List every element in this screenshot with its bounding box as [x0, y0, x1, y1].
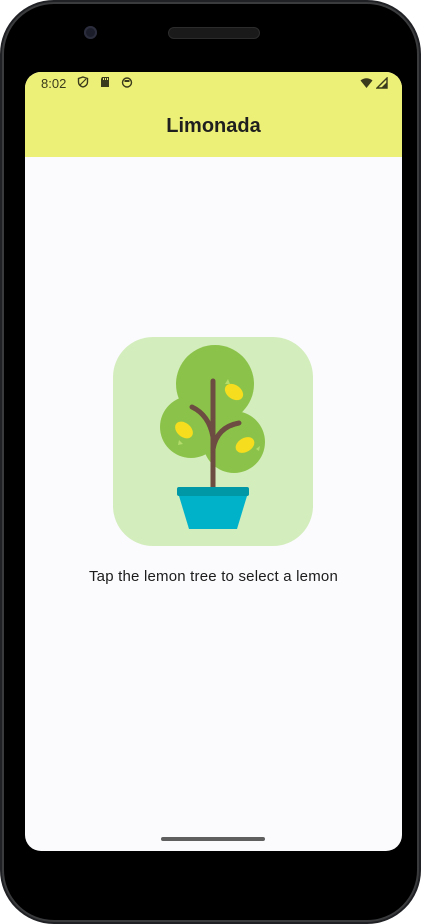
wifi-icon — [360, 77, 373, 89]
notification-icon — [121, 76, 133, 88]
status-icons-right — [360, 76, 388, 89]
signal-icon — [375, 76, 388, 89]
lemon-tree-icon — [160, 345, 265, 529]
gesture-nav-handle[interactable] — [161, 837, 265, 841]
app-bar: Limonada — [25, 96, 402, 157]
shield-icon — [77, 76, 89, 88]
instruction-text: Tap the lemon tree to select a lemon — [88, 568, 338, 585]
status-bar: 8:02 — [25, 72, 402, 96]
screen: 8:02 Limonada Tap the lemon tree to sele… — [25, 72, 402, 851]
sd-card-icon — [99, 76, 111, 88]
earpiece-speaker — [168, 27, 260, 39]
lemon-tree-button[interactable] — [113, 337, 313, 546]
status-icons-left — [77, 76, 133, 88]
status-time: 8:02 — [41, 76, 67, 91]
front-camera — [84, 26, 97, 39]
main-content: Tap the lemon tree to select a lemon — [25, 157, 402, 851]
app-title: Limonada — [166, 115, 261, 137]
phone-frame: 8:02 Limonada Tap the lemon tree to sele… — [0, 0, 421, 924]
